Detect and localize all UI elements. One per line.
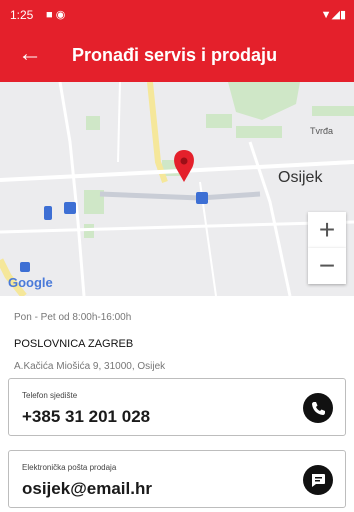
phone-value: +385 31 201 028 (22, 407, 151, 426)
zoom-in-button[interactable]: + (308, 212, 346, 248)
map-label-city: Osijek (278, 169, 323, 186)
phone-label: Telefon sjedište (22, 391, 78, 400)
page-title: Pronađi servis i prodaju (72, 45, 278, 65)
chat-icon[interactable] (303, 465, 333, 495)
status-bar: 1:25 ■ ◉ ▼◢▮ (0, 0, 354, 30)
email-value: osijek@email.hr (22, 479, 152, 498)
working-hours: Pon - Pet od 8:00h-16:00h (14, 312, 132, 323)
location-address: A.Kačića Miošića 9, 31000, Osijek (14, 361, 166, 372)
back-arrow-icon[interactable]: ← (18, 42, 42, 66)
app-bar: ← Pronađi servis i prodaju (0, 30, 354, 82)
signal-battery-icons: ▼◢▮ (320, 9, 346, 21)
zoom-out-button[interactable]: − (308, 248, 346, 284)
map-canvas: Osijek Tvrđa (0, 82, 354, 296)
phone-card[interactable]: Telefon sjedište +385 31 201 028 (8, 378, 346, 436)
status-time: 1:25 (10, 8, 34, 22)
map-label-district: Tvrđa (310, 126, 333, 136)
map-view[interactable]: Osijek Tvrđa + − Google (0, 82, 354, 296)
notification-icons: ■ ◉ (46, 9, 66, 21)
google-logo: Google (8, 275, 53, 290)
email-label: Elektronička pošta prodaja (22, 463, 117, 472)
phone-icon[interactable] (303, 393, 333, 423)
location-name: POSLOVNICA ZAGREB (14, 338, 134, 350)
email-card[interactable]: Elektronička pošta prodaja osijek@email.… (8, 450, 346, 508)
